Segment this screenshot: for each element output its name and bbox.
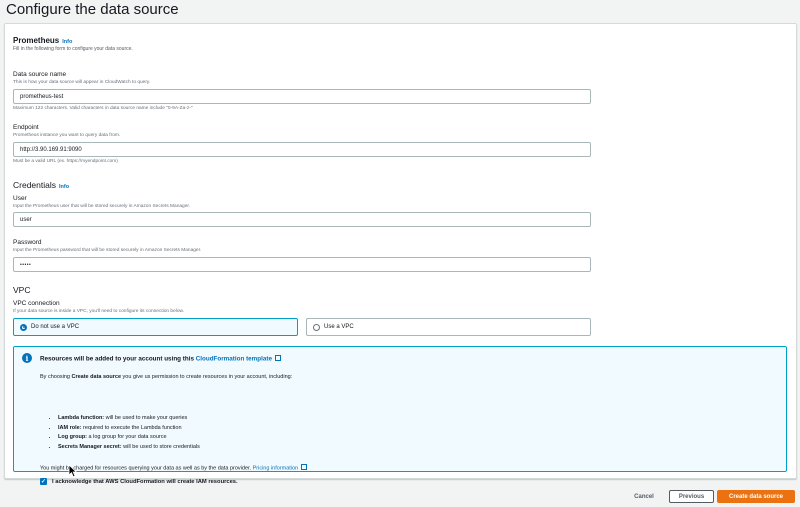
endpoint-description: Prometheus instance you want to query da… [13,133,121,138]
password-input[interactable]: ••••• [13,257,591,272]
acknowledge-checkbox-row[interactable]: ✓ I acknowledge that AWS CloudFormation … [40,478,238,485]
pricing-information-link[interactable]: Pricing information [253,466,299,472]
endpoint-label: Endpoint [13,124,39,131]
cloudformation-notice: i Resources will be added to your accoun… [13,346,787,485]
mouse-cursor-icon [68,464,77,478]
prometheus-info-link[interactable]: Info [62,39,72,45]
name-description: This is how your data source will appear… [13,80,151,85]
endpoint-input[interactable]: http://3.90.169.91:9090 [13,142,591,157]
vpc-heading: VPC [13,285,31,295]
list-item-text: will be used to make your queries [104,415,188,421]
data-source-name-input[interactable]: prometheus-test [13,89,591,104]
radio-unselected-icon [313,323,320,331]
notice-title: Resources will be added to your account … [40,355,281,363]
list-item-text: required to execute the Lambda function [81,424,182,431]
list-item-term: Lambda function: [58,415,105,421]
info-circle-icon: i [22,353,32,363]
prometheus-heading: Prometheus Info [13,36,72,45]
credentials-info-link[interactable]: Info [59,184,69,190]
pricing-note: You might be charged for resources query… [40,464,308,472]
form-panel: Prometheus Info Fill in the following for… [4,23,797,485]
list-item-term: Secrets Manager secret: [58,443,122,450]
notice-intro: By choosing Create data source you give … [40,374,292,380]
radio-selected-icon [20,323,27,331]
vpc-option-no-vpc[interactable]: Do not use a VPC [13,318,298,336]
credentials-heading: Credentials Info [13,180,69,190]
password-description: Input the Prometheus password that will … [13,248,202,253]
list-item-term: Log group: [58,434,88,441]
name-constraint: Maximum 122 characters. Valid characters… [13,106,193,111]
list-item: IAM role: required to execute the Lambda… [58,425,200,431]
list-item: Log group: a log group for your data sou… [58,434,200,440]
external-link-icon [301,464,308,470]
checkbox-checked-icon[interactable]: ✓ [40,478,47,485]
list-item-term: IAM role: [58,424,82,431]
create-data-source-button[interactable]: Create data source [717,490,795,503]
list-item-text: will be used to store credentials [121,443,200,450]
notice-intro-suffix: you give us permission to create resourc… [121,374,293,380]
vpc-option-use-vpc[interactable]: Use a VPC [306,318,591,336]
prometheus-description: Fill in the following form to configure … [13,46,133,52]
user-description: Input the Prometheus user that will be s… [13,204,191,209]
endpoint-constraint: Must be a valid URL (ex. https://myendpo… [13,159,118,164]
list-item-text: a log group for your data source [87,434,167,441]
vpc-label: VPC connection [13,300,60,307]
credentials-heading-text: Credentials [13,180,56,190]
cloudformation-template-link[interactable]: CloudFormation template [196,356,272,363]
password-label: Password [13,239,42,246]
cancel-button[interactable]: Cancel [624,490,664,503]
vpc-description: If your data source is inside a VPC, you… [13,309,185,314]
notice-title-text: Resources will be added to your account … [40,355,196,363]
previous-button[interactable]: Previous [669,490,714,503]
user-input[interactable]: user [13,212,591,227]
resource-list: Lambda function: will be used to make yo… [58,415,200,453]
prometheus-heading-text: Prometheus [13,36,60,45]
vpc-option-no-vpc-label: Do not use a VPC [31,324,80,330]
external-link-icon [274,355,281,361]
notice-intro-prefix: By choosing [40,374,72,380]
notice-intro-bold: Create data source [71,374,122,380]
vpc-option-use-vpc-label: Use a VPC [324,324,354,330]
list-item: Lambda function: will be used to make yo… [58,415,200,421]
name-label: Data source name [13,71,67,78]
list-item: Secrets Manager secret: will be used to … [58,444,200,450]
user-label: User [13,195,27,202]
page-title: Configure the data source [6,1,179,18]
acknowledge-label: I acknowledge that AWS CloudFormation wi… [52,478,238,485]
